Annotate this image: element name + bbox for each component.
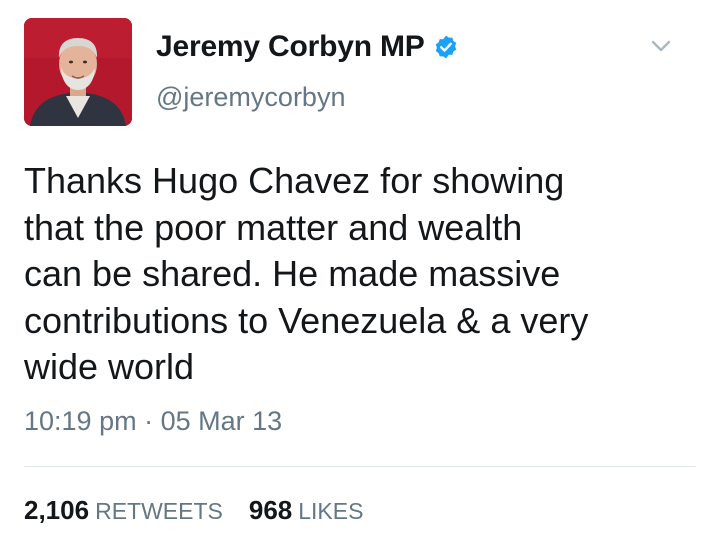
likes-count: 968 xyxy=(248,495,293,525)
retweets-count: 2,106 xyxy=(24,495,90,525)
chevron-down-icon[interactable] xyxy=(648,36,674,56)
retweets-label: RETWEETS xyxy=(95,498,223,524)
avatar[interactable] xyxy=(24,18,132,126)
divider xyxy=(24,466,696,467)
verified-badge-icon xyxy=(433,34,459,60)
tweet-stats: 2,106 RETWEETS 968 LIKES xyxy=(24,495,363,526)
author-display-name[interactable]: Jeremy Corbyn MP xyxy=(156,30,425,64)
profile-avatar xyxy=(24,18,132,126)
author-name-row[interactable]: Jeremy Corbyn MP xyxy=(156,30,459,64)
retweets-stat[interactable]: 2,106 RETWEETS xyxy=(24,495,223,526)
likes-label: LIKES xyxy=(298,498,364,524)
tweet-date: 05 Mar 13 xyxy=(160,406,283,436)
likes-stat[interactable]: 968 LIKES xyxy=(249,495,364,526)
timestamp-separator: · xyxy=(144,406,154,436)
tweet-time: 10:19 pm xyxy=(24,406,137,436)
tweet-card: Jeremy Corbyn MP @jeremycorbyn Thanks Hu… xyxy=(0,0,714,543)
tweet-text: Thanks Hugo Chavez for showing that the … xyxy=(24,160,589,387)
tweet-timestamp[interactable]: 10:19 pm · 05 Mar 13 xyxy=(24,406,282,437)
author-handle[interactable]: @jeremycorbyn xyxy=(156,82,345,113)
